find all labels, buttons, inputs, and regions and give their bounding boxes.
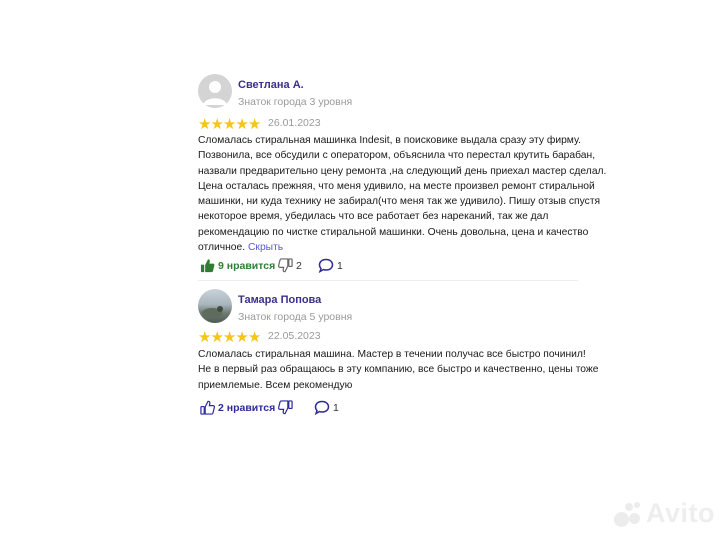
review-text-line: Цена осталась прежняя, что меня удивило,… bbox=[198, 180, 595, 192]
review-text-line: Сломалась стиральная машина. Мастер в те… bbox=[198, 349, 586, 360]
review-text-line: отличное. Скрыть bbox=[198, 240, 598, 255]
thumbs-up-icon bbox=[200, 400, 215, 415]
review-author[interactable]: Светлана А. bbox=[238, 79, 304, 91]
review-text-line: назвали предварительно цену ремонта ,на … bbox=[198, 165, 607, 177]
comment-count: 1 bbox=[333, 401, 339, 414]
review-text: Сломалась стиральная машинка Indesit, в … bbox=[198, 133, 607, 255]
author-rank: Знаток города 3 уровня bbox=[238, 96, 353, 108]
star-icon: ★ bbox=[247, 329, 262, 346]
dislike-button[interactable] bbox=[278, 400, 296, 415]
like-button[interactable]: 9 нравится bbox=[200, 258, 275, 273]
star-icon: ★ bbox=[247, 116, 262, 133]
like-button[interactable]: 2 нравится bbox=[200, 400, 275, 415]
review-text-line: Сломалась стиральная машинка Indesit, в … bbox=[198, 135, 581, 146]
comment-bubble-icon bbox=[318, 258, 334, 273]
dislike-button[interactable]: 2 bbox=[278, 258, 302, 273]
review-text-line: рекомендацию по чистке стиральной машинк… bbox=[198, 226, 589, 238]
comment-count: 1 bbox=[337, 259, 343, 272]
avito-logo-icon bbox=[612, 499, 642, 529]
comment-bubble-icon bbox=[314, 400, 330, 415]
review-text-line-end: отличное. bbox=[198, 242, 246, 254]
thumbs-down-icon bbox=[278, 258, 293, 273]
dislike-count: 2 bbox=[296, 259, 302, 272]
review-text-line: Позвонила, все обсудили с оператором, об… bbox=[198, 150, 596, 162]
review-text: Сломалась стиральная машина. Мастер в те… bbox=[198, 347, 599, 393]
review-date: 22.05.2023 bbox=[268, 330, 321, 342]
star-icon: ★ bbox=[235, 329, 249, 346]
review-text-line: машинки, ни куда технику не забирал(что … bbox=[198, 196, 601, 208]
review-actions: 2 нравится 1 bbox=[198, 400, 458, 418]
review-text-line: некоторое время, убедилась что все работ… bbox=[198, 211, 549, 223]
review-text-line: приемлемые. Всем рекомендую bbox=[198, 379, 353, 391]
comment-button[interactable]: 1 bbox=[314, 400, 339, 415]
author-rank: Знаток города 5 уровня bbox=[238, 311, 353, 323]
review-text-line: Не в первый раз обращаюсь в эту компанию… bbox=[198, 364, 599, 376]
avatar-photo bbox=[202, 306, 223, 318]
rating-stars: ★★★★★ bbox=[198, 329, 262, 346]
user-silhouette-icon bbox=[203, 81, 227, 105]
comment-button[interactable]: 1 bbox=[318, 258, 343, 273]
like-count: 2 нравится bbox=[218, 401, 276, 414]
review-divider bbox=[198, 280, 578, 281]
star-icon: ★ bbox=[210, 116, 224, 133]
review-date: 26.01.2023 bbox=[268, 117, 321, 129]
star-icon: ★ bbox=[235, 116, 249, 133]
avatar[interactable] bbox=[198, 289, 232, 323]
hide-link[interactable]: Скрыть bbox=[248, 242, 283, 253]
avatar[interactable] bbox=[198, 74, 232, 108]
like-count: 9 нравится bbox=[218, 259, 276, 272]
thumbs-up-icon bbox=[200, 259, 215, 273]
thumbs-down-icon bbox=[278, 400, 293, 415]
review-actions: 9 нравится 2 1 bbox=[198, 258, 458, 276]
review-author[interactable]: Тамара Попова bbox=[238, 294, 321, 306]
star-icon: ★ bbox=[210, 329, 224, 346]
avito-watermark: Avito bbox=[612, 498, 715, 529]
rating-stars: ★★★★★ bbox=[198, 116, 262, 133]
watermark-text: Avito bbox=[646, 498, 715, 528]
